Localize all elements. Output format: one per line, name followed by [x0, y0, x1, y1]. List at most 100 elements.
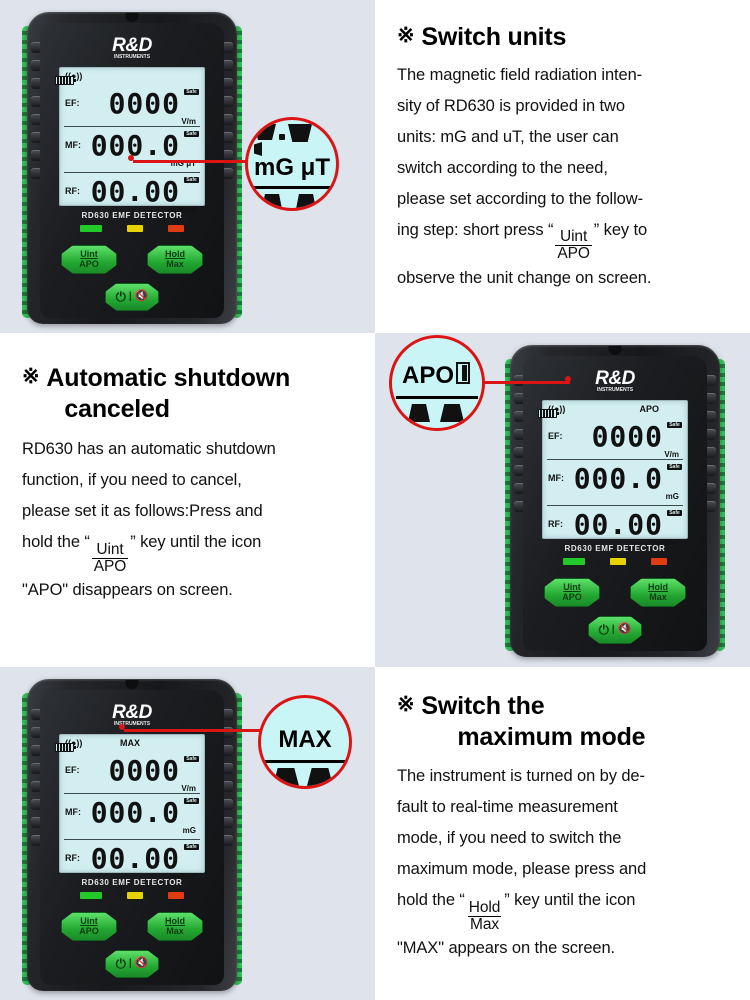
led-red	[650, 558, 667, 565]
heading-line-1: Switch the	[421, 692, 545, 720]
device-body: R&D INSTRUMENTS ((●)) APO EF: 0000 Safe	[510, 345, 720, 657]
body-line-suffix: ” key to	[593, 220, 648, 239]
body-line: fault to real-time measurement	[397, 798, 618, 817]
callout-anchor-dot-units	[128, 155, 134, 161]
reading-digits-rf: 00.00	[573, 508, 663, 541]
brand-subtitle: INSTRUMENTS	[113, 721, 151, 727]
reading-label-rf: RF:	[65, 186, 80, 196]
panel-auto-shutdown-device: R&D INSTRUMENTS ((●)) APO EF: 0000 Safe	[375, 333, 750, 667]
led-red	[167, 892, 184, 899]
power-button[interactable]: ⏻ | 🔇	[588, 616, 642, 644]
mute-icon: 🔇	[617, 623, 632, 636]
reading-badge-rf: Safe	[184, 177, 199, 183]
body-final-line: "MAX" appears on the screen.	[397, 939, 616, 958]
reading-row-ef: EF: 0000 Safe V/m	[64, 753, 200, 793]
body-line-with-key: hold the “Uint APO” key until the icon	[22, 527, 359, 575]
reading-digits-ef: 0000	[108, 754, 180, 787]
unit-apo-button[interactable]: Uint APO	[544, 578, 600, 607]
key-glyph-hold-max: Hold Max	[467, 898, 502, 934]
body-auto-shutdown: RD630 has an automatic shutdown function…	[22, 434, 359, 606]
hold-max-button[interactable]: Hold Max	[147, 912, 203, 941]
reading-digits-mf: 000.0	[90, 796, 180, 829]
hold-max-button[interactable]: Hold Max	[630, 578, 686, 607]
max-indicator: MAX	[120, 738, 140, 748]
device-top-notch	[125, 13, 139, 22]
device-top-notch	[608, 346, 622, 355]
mute-icon: 🔇	[134, 290, 149, 303]
divider-icon: |	[128, 957, 132, 969]
body-line: please set according to the follow-	[397, 189, 643, 208]
body-line-prefix: hold the “	[397, 891, 465, 910]
callout-max: MAX	[258, 695, 352, 789]
device-model-label: RD630 EMF DETECTOR	[81, 211, 183, 220]
body-line-with-key: ing step: short press “Uint APO” key to	[397, 215, 734, 263]
reading-badge-ef: Safe	[184, 756, 199, 762]
unit-apo-button[interactable]: Uint APO	[61, 912, 117, 941]
reading-label-rf: RF:	[65, 853, 80, 863]
power-icon: ⏻	[115, 289, 126, 305]
reading-badge-rf: Safe	[184, 844, 199, 850]
asterisk-icon: ※	[22, 365, 40, 388]
panel-switch-units-text: ※ Switch units The magnetic field radiat…	[375, 0, 750, 333]
reading-label-ef: EF:	[65, 98, 80, 108]
hold-max-button-bottom: Max	[166, 925, 184, 936]
key-glyph-unit-apo: Uint APO	[555, 228, 592, 263]
reading-row-ef: EF: 0000 Safe V/m	[64, 86, 200, 126]
body-final-line: observe the unit change on screen.	[397, 268, 652, 287]
callout-mg-ut: mG μT	[245, 117, 339, 211]
hold-max-button[interactable]: Hold Max	[147, 245, 203, 274]
power-button[interactable]: ⏻ | 🔇	[105, 950, 159, 978]
reading-label-mf: MF:	[548, 473, 564, 483]
power-icon: ⏻	[115, 956, 126, 972]
device-model-label: RD630 EMF DETECTOR	[564, 544, 666, 553]
power-button[interactable]: ⏻ | 🔇	[105, 283, 159, 311]
led-indicator-strip	[551, 558, 679, 565]
hold-max-button-bottom: Max	[649, 591, 667, 602]
body-line: please set it as follows:Press and	[22, 502, 263, 521]
reading-badge-mf: Safe	[667, 464, 682, 470]
led-green	[80, 225, 103, 232]
divider-icon: |	[611, 623, 615, 635]
body-line: The instrument is turned on by de-	[397, 767, 645, 785]
divider-icon: |	[128, 290, 132, 302]
unit-apo-button-bottom: APO	[79, 258, 99, 269]
body-final-line: "APO" disappears on screen.	[22, 581, 233, 600]
unit-apo-button-bottom: APO	[562, 591, 582, 602]
power-icon: ⏻	[598, 622, 609, 638]
body-line: units: mG and uT, the user can	[397, 127, 619, 146]
led-green	[563, 558, 586, 565]
body-line: maximum mode, please press and	[397, 860, 647, 879]
device-model-label: RD630 EMF DETECTOR	[81, 878, 183, 887]
body-line: RD630 has an automatic shutdown	[22, 440, 276, 458]
panel-auto-shutdown-text: ※ Automatic shutdown canceled RD630 has …	[0, 333, 375, 667]
brand-logo: R&D INSTRUMENTS	[40, 35, 224, 60]
panel-max-mode-device: R&D INSTRUMENTS ((●)) MAX EF: 0000 Safe	[0, 667, 375, 1000]
unit-apo-button[interactable]: Uint APO	[61, 245, 117, 274]
device-rd630-apo: R&D INSTRUMENTS ((●)) APO EF: 0000 Safe	[505, 345, 725, 657]
reading-badge-ef: Safe	[667, 422, 682, 428]
reading-digits-ef: 0000	[591, 420, 663, 453]
device-face-panel: R&D INSTRUMENTS ((●)) APO EF: 0000 Safe	[523, 356, 707, 651]
key-glyph-top: Hold	[468, 898, 501, 916]
callout-anchor-dot-apo	[565, 376, 571, 382]
heading-line-1: Automatic shutdown	[46, 364, 291, 392]
key-glyph-bottom: APO	[91, 557, 129, 575]
battery-icon	[55, 76, 76, 85]
device-face-panel: R&D INSTRUMENTS ((●)) EF: 0000 Safe V/m	[40, 23, 224, 318]
brand-logo: R&D INSTRUMENTS	[40, 702, 224, 727]
heading-line-2: canceled	[64, 394, 170, 423]
heading-switch-units: ※ Switch units	[397, 22, 734, 53]
reading-row-mf: MF: 000.0 Safe mG	[547, 459, 683, 505]
led-yellow	[126, 892, 143, 899]
body-line: function, if you need to cancel,	[22, 471, 242, 490]
heading-line-2: maximum mode	[457, 722, 646, 751]
reading-label-mf: MF:	[65, 807, 81, 817]
body-line: sity of RD630 is provided in two	[397, 96, 625, 115]
body-max-mode: The instrument is turned on by de- fault…	[397, 761, 734, 964]
led-green	[80, 892, 103, 899]
key-glyph-top: Uint	[559, 228, 588, 246]
unit-apo-button-bottom: APO	[79, 925, 99, 936]
led-indicator-strip	[68, 225, 196, 232]
lcd-screen: ((●)) APO EF: 0000 Safe V/m MF:	[538, 400, 688, 547]
callout-mg-ut-text: mG μT	[253, 154, 331, 181]
